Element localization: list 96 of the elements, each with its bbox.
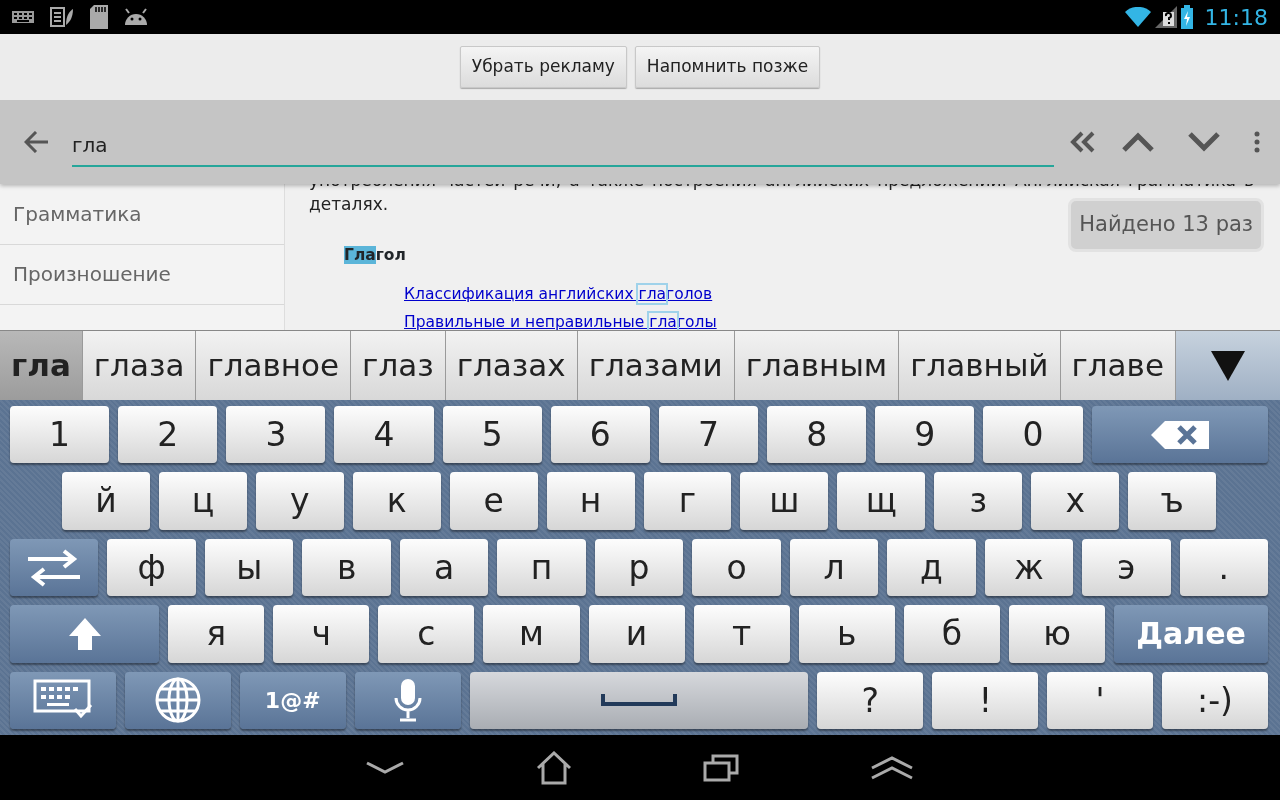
next-key[interactable]: Далее: [1114, 605, 1268, 663]
globe-icon: [153, 676, 202, 725]
ad-button[interactable]: Убрать рекламу: [459, 46, 627, 88]
sidebar-item[interactable]: Грамматика: [0, 185, 284, 245]
key[interactable]: 1: [10, 406, 110, 464]
key[interactable]: в: [302, 538, 391, 597]
key[interactable]: я: [168, 605, 265, 663]
key[interactable]: 8: [767, 406, 867, 464]
key[interactable]: 9: [875, 406, 975, 464]
double-chevron-icon[interactable]: [1070, 131, 1096, 153]
triangle-down-icon: [1211, 350, 1245, 381]
key[interactable]: .: [1179, 538, 1269, 597]
key[interactable]: ч: [273, 605, 370, 663]
suggestion[interactable]: глаз: [351, 331, 446, 400]
home-icon[interactable]: [535, 750, 573, 785]
key[interactable]: :-): [1162, 671, 1268, 730]
key[interactable]: а: [399, 538, 489, 597]
backspace-key[interactable]: [1091, 406, 1269, 464]
expand-suggestions-button[interactable]: [1175, 331, 1280, 400]
suggestion[interactable]: главе: [1060, 331, 1176, 400]
key[interactable]: л: [789, 538, 879, 597]
key[interactable]: т: [693, 605, 790, 663]
key[interactable]: 3: [226, 406, 326, 464]
ad-button[interactable]: Напомнить позже: [634, 46, 821, 88]
key[interactable]: з: [934, 472, 1023, 530]
key[interactable]: х: [1031, 472, 1120, 530]
article-heading: Глагол: [344, 245, 406, 266]
robot-icon: [124, 8, 148, 26]
key[interactable]: ъ: [1128, 472, 1217, 530]
voice-input-key[interactable]: [354, 671, 461, 730]
key[interactable]: ж: [984, 538, 1074, 597]
key[interactable]: б: [903, 605, 1000, 663]
key[interactable]: е: [449, 472, 538, 530]
key[interactable]: ы: [204, 538, 294, 597]
key[interactable]: э: [1082, 538, 1171, 597]
key[interactable]: 2: [118, 406, 218, 464]
keyboard-icon: [12, 11, 34, 23]
battery-icon: [1180, 5, 1193, 29]
key[interactable]: ': [1047, 671, 1154, 730]
key[interactable]: 4: [334, 406, 434, 464]
space-key[interactable]: [469, 671, 809, 730]
wifi-icon: [1124, 7, 1151, 27]
symbols-key[interactable]: 1@#: [239, 671, 346, 730]
key[interactable]: с: [378, 605, 475, 663]
key[interactable]: ю: [1009, 605, 1106, 663]
key[interactable]: д: [887, 538, 976, 597]
key[interactable]: ш: [740, 472, 829, 530]
key[interactable]: и: [588, 605, 685, 663]
key[interactable]: щ: [837, 472, 926, 530]
recent-apps-icon[interactable]: [703, 753, 739, 782]
suggestion[interactable]: гла: [0, 331, 83, 400]
key[interactable]: 7: [658, 406, 759, 464]
back-arrow-icon[interactable]: [24, 131, 48, 153]
key[interactable]: й: [62, 472, 150, 530]
space-bar-icon: [601, 692, 677, 709]
clock: 11:18: [1204, 3, 1268, 32]
key[interactable]: ь: [798, 605, 895, 663]
key[interactable]: г: [643, 472, 732, 530]
back-icon[interactable]: [365, 760, 405, 775]
down-chevron-icon[interactable]: [1188, 132, 1220, 152]
suggestion[interactable]: главным: [734, 331, 900, 400]
menu-icon[interactable]: [869, 755, 915, 780]
keyboard-settings-key[interactable]: [10, 671, 116, 730]
switch-arrows-icon: [26, 548, 83, 587]
sd-card-icon: [90, 5, 108, 29]
toast-message: Найдено 13 раз: [1068, 198, 1264, 252]
key[interactable]: о: [692, 538, 781, 597]
key[interactable]: 5: [442, 406, 542, 464]
up-chevron-icon[interactable]: [1122, 132, 1154, 152]
language-key[interactable]: [124, 671, 231, 730]
suggestion[interactable]: главный: [899, 331, 1061, 400]
switch-layout-key[interactable]: [10, 538, 99, 597]
key[interactable]: п: [497, 538, 586, 597]
overflow-menu-icon[interactable]: [1254, 131, 1260, 153]
search-field[interactable]: гла: [72, 125, 1054, 167]
key[interactable]: !: [932, 671, 1039, 730]
key[interactable]: к: [352, 472, 441, 530]
notebook-leaf-icon: [50, 7, 74, 27]
suggestion[interactable]: главное: [196, 331, 352, 400]
key[interactable]: 6: [550, 406, 650, 464]
key[interactable]: у: [255, 472, 344, 530]
suggestion[interactable]: глазах: [445, 331, 578, 400]
sidebar-item[interactable]: Произношение: [0, 245, 284, 305]
key[interactable]: н: [546, 472, 635, 530]
suggestion[interactable]: глазами: [577, 331, 735, 400]
key[interactable]: ф: [107, 538, 196, 597]
suggestion[interactable]: глаза: [82, 331, 197, 400]
key[interactable]: ?: [817, 671, 924, 730]
signal-icon: [1154, 6, 1177, 28]
key[interactable]: 0: [983, 406, 1083, 464]
key[interactable]: р: [594, 538, 684, 597]
key[interactable]: м: [483, 605, 580, 663]
backspace-icon: [1150, 420, 1209, 449]
key[interactable]: ц: [158, 472, 247, 530]
shift-key[interactable]: [10, 605, 159, 663]
microphone-icon: [392, 678, 423, 723]
